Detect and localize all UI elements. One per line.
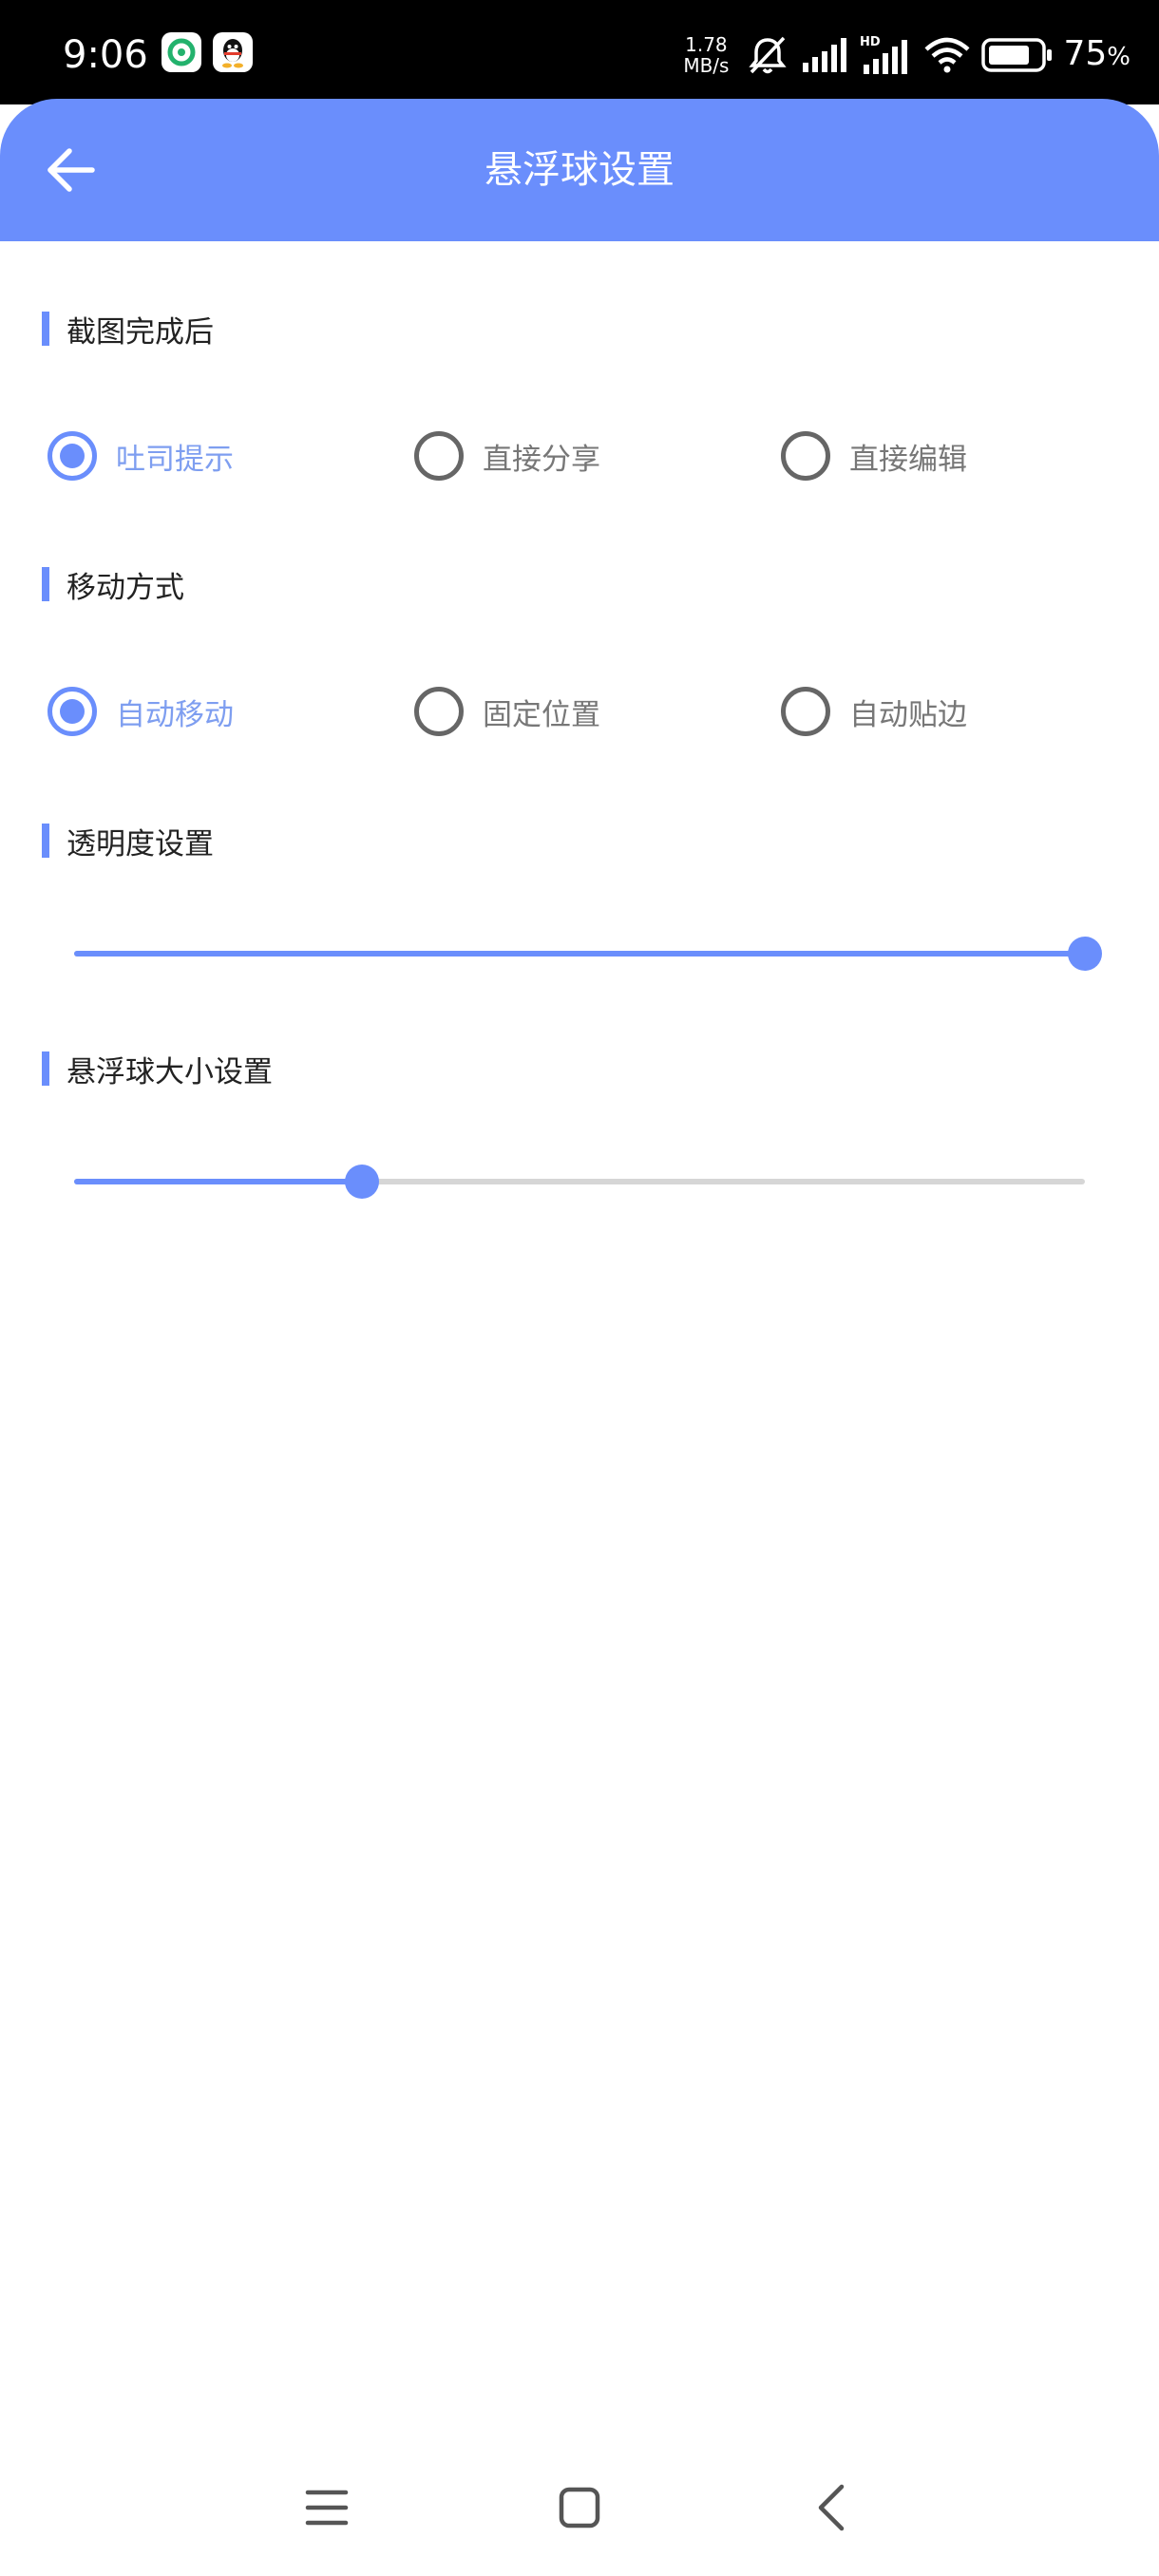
section-title: 透明度设置: [66, 826, 214, 862]
radio-label: 直接编辑: [849, 442, 967, 477]
status-indicators: 1.78 MB/s HD 75%: [683, 28, 1130, 82]
opacity-slider[interactable]: [74, 935, 1102, 973]
battery-percent: 75%: [1063, 33, 1130, 76]
signal-icon: [803, 38, 847, 72]
nav-home-button[interactable]: [542, 2470, 618, 2546]
page-title: 悬浮球设置: [484, 148, 674, 192]
wifi-icon: [924, 37, 970, 73]
radio-edit-directly[interactable]: 直接编辑: [781, 426, 967, 486]
slider-fill: [74, 1179, 363, 1184]
nav-back-button[interactable]: [794, 2470, 870, 2546]
back-icon: [818, 2484, 845, 2531]
system-nav-bar: [0, 2451, 1159, 2565]
section-accent-bar: [42, 1051, 49, 1086]
radio-label: 自动贴边: [849, 697, 967, 732]
app-bar: 悬浮球设置: [0, 99, 1159, 241]
section-accent-bar: [42, 824, 49, 858]
slider-thumb[interactable]: [345, 1165, 380, 1199]
section-accent-bar: [42, 567, 49, 601]
net-speed: 1.78 MB/s: [683, 34, 729, 76]
net-speed-value: 1.78: [685, 33, 728, 56]
battery-level: 75: [1063, 33, 1108, 73]
radio-label: 自动移动: [116, 697, 234, 732]
section-title: 悬浮球大小设置: [66, 1054, 273, 1089]
section-opacity: 透明度设置: [42, 822, 214, 862]
radio-label: 固定位置: [483, 697, 600, 732]
radio-unchecked-icon: [414, 687, 464, 736]
radio-fixed-position[interactable]: 固定位置: [414, 681, 600, 742]
menu-icon: [305, 2490, 349, 2526]
home-icon: [559, 2487, 600, 2529]
section-move-mode: 移动方式: [42, 565, 184, 605]
section-after-screenshot: 截图完成后: [42, 310, 214, 350]
radio-unchecked-icon: [414, 431, 464, 481]
hd-signal-icon: HD: [860, 35, 908, 74]
slider-fill: [74, 951, 1085, 957]
radio-auto-move[interactable]: 自动移动: [48, 681, 234, 742]
app-icon-green: [162, 32, 201, 72]
ball-size-slider[interactable]: [74, 1163, 1085, 1201]
radio-toast[interactable]: 吐司提示: [48, 426, 234, 486]
radio-checked-icon: [48, 687, 97, 736]
net-speed-unit: MB/s: [683, 54, 730, 77]
back-arrow-icon: [48, 148, 95, 192]
mute-bell-icon: [749, 36, 788, 74]
status-time: 9:06: [63, 33, 148, 77]
radio-share-directly[interactable]: 直接分享: [414, 426, 600, 486]
battery-icon: [981, 38, 1053, 72]
radio-unchecked-icon: [781, 687, 830, 736]
radio-unchecked-icon: [781, 431, 830, 481]
slider-thumb[interactable]: [1068, 937, 1102, 971]
radio-label: 吐司提示: [116, 442, 234, 477]
radio-label: 直接分享: [483, 442, 600, 477]
status-bar: 9:06 1.78 MB/s HD 75%: [0, 0, 1159, 104]
section-title: 截图完成后: [66, 314, 214, 350]
svg-text:HD: HD: [860, 35, 881, 49]
nav-menu-button[interactable]: [289, 2470, 365, 2546]
back-button[interactable]: [28, 127, 114, 213]
battery-unit: %: [1107, 42, 1130, 71]
radio-checked-icon: [48, 431, 97, 481]
qq-icon: [213, 32, 253, 72]
section-ball-size: 悬浮球大小设置: [42, 1050, 273, 1089]
radio-auto-edge[interactable]: 自动贴边: [781, 681, 967, 742]
section-accent-bar: [42, 312, 49, 346]
section-title: 移动方式: [66, 570, 184, 605]
